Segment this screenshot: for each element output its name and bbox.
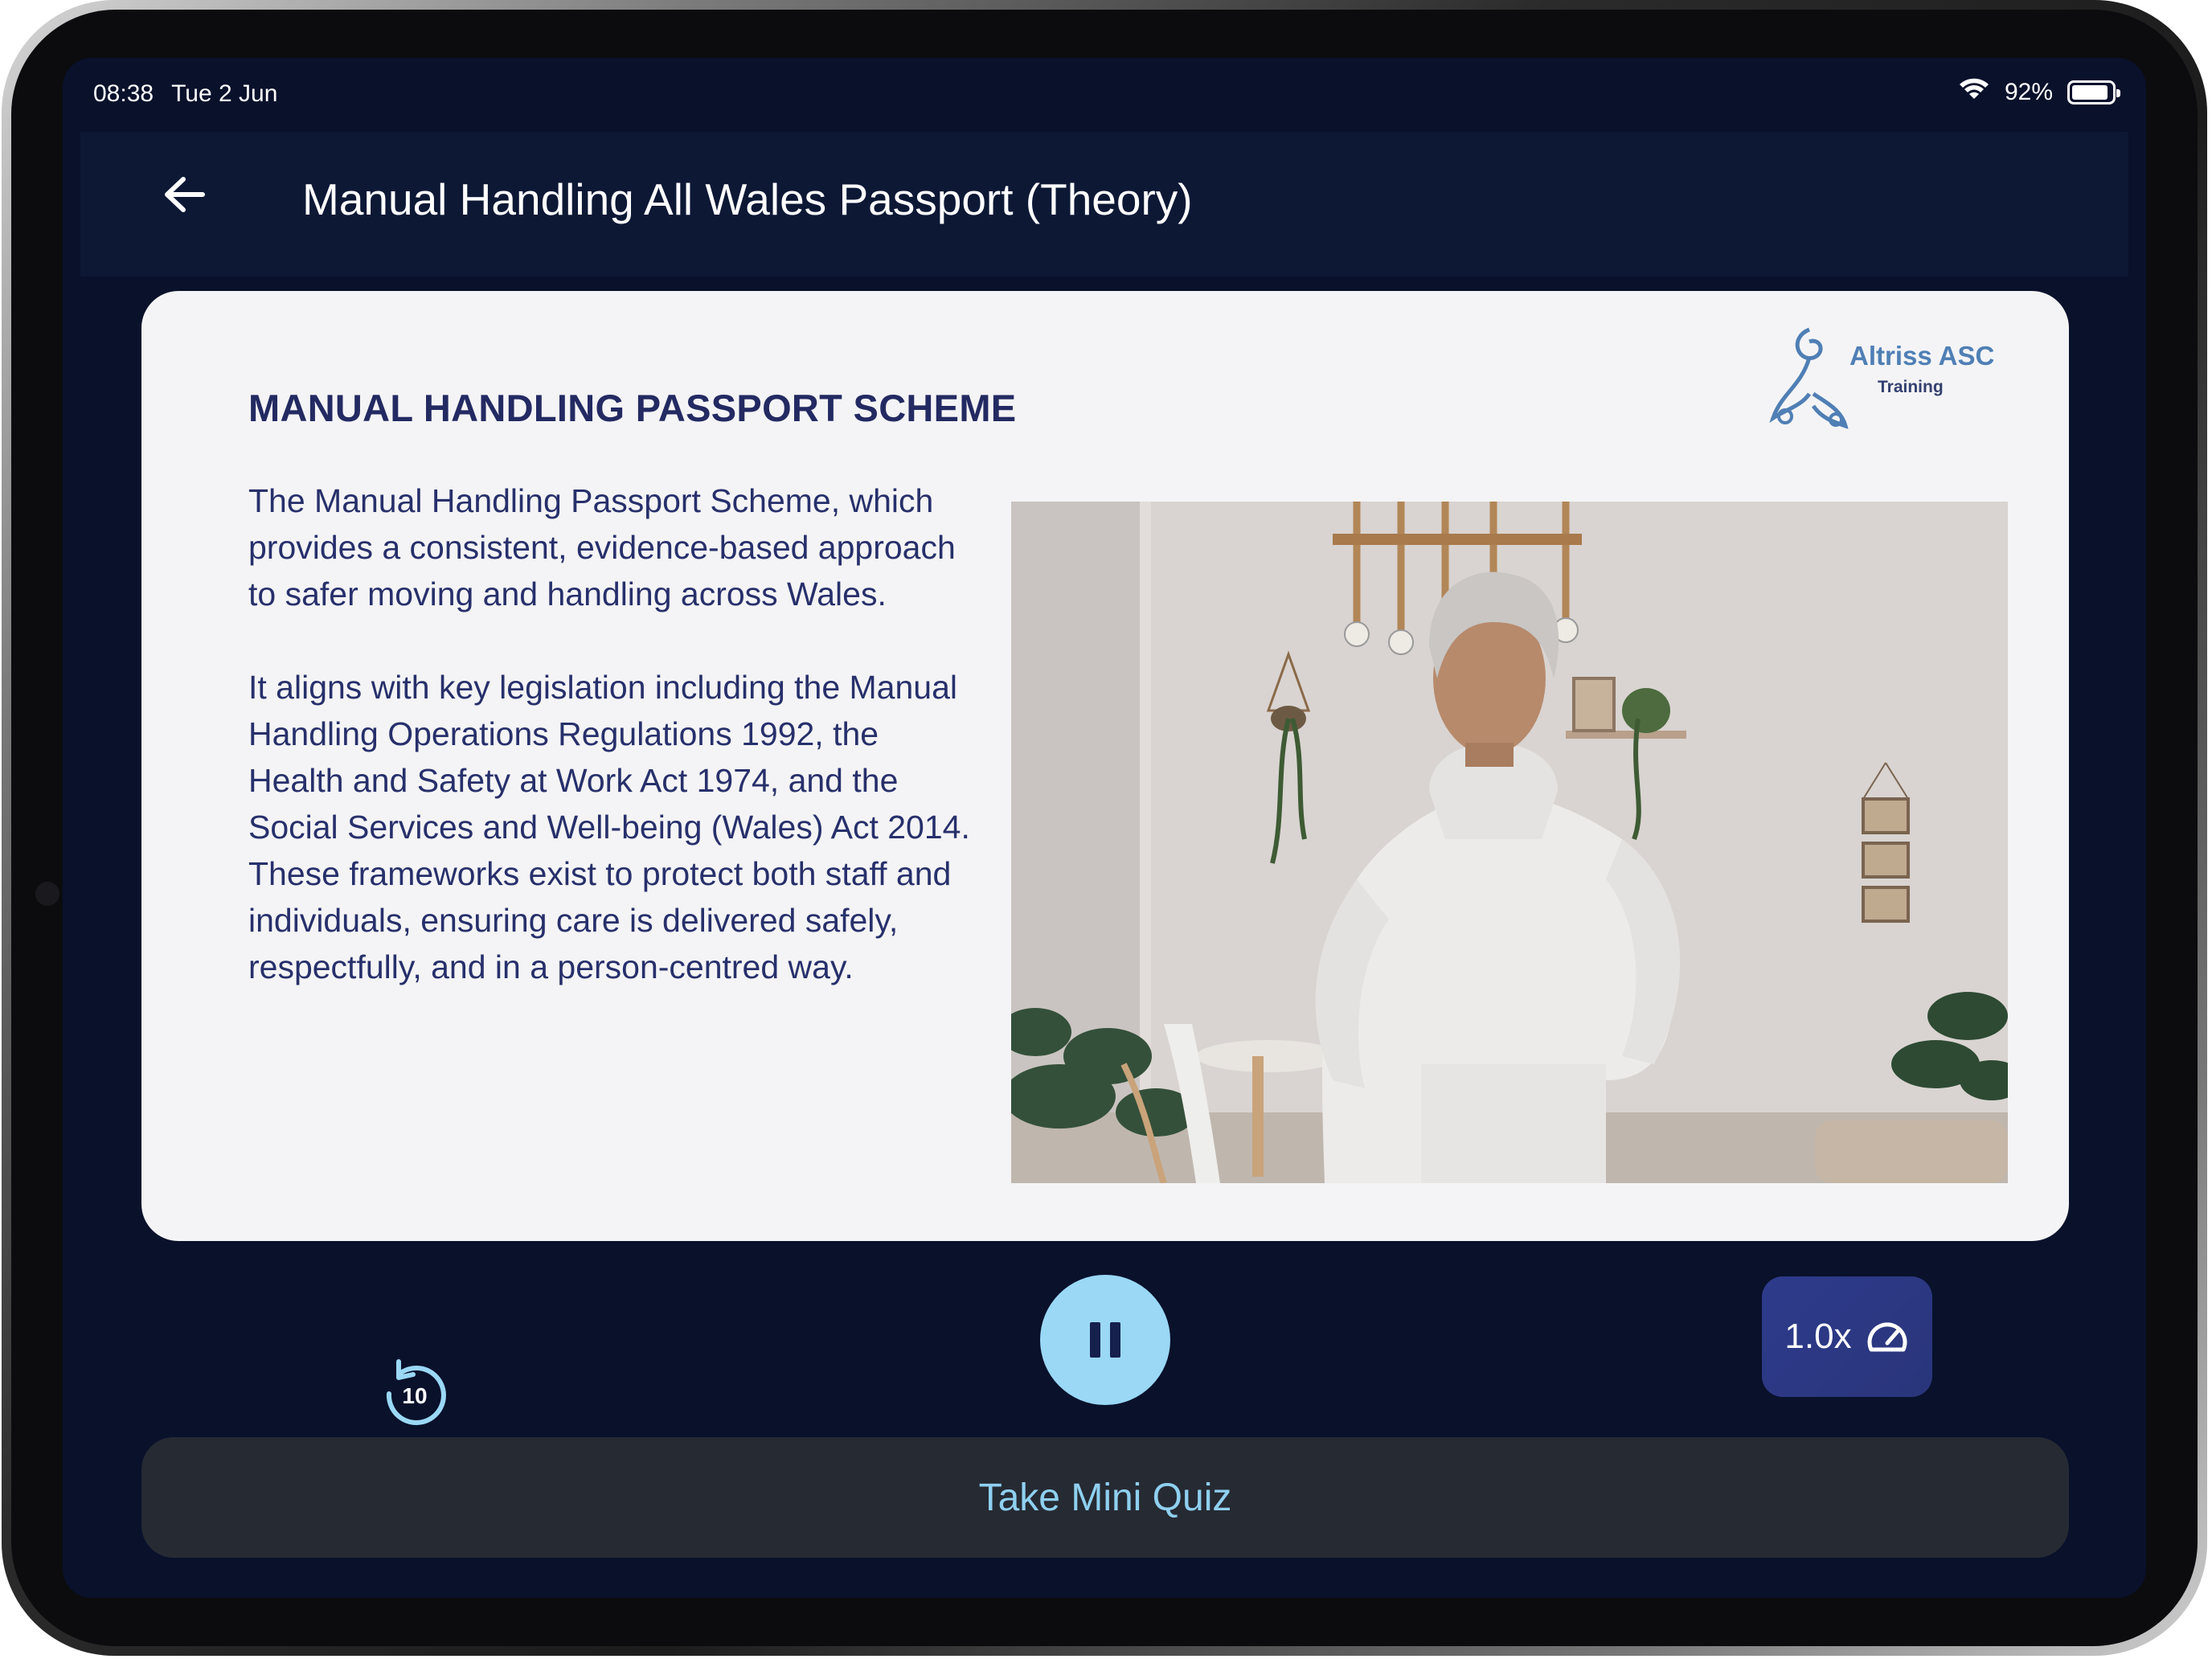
rewind-10-icon: 10 [386,1359,446,1425]
status-time: 08:38 [93,80,154,107]
status-left: 08:38 Tue 2 Jun [93,80,277,108]
battery-tip [2116,89,2120,97]
back-button[interactable] [153,164,217,228]
side-sensor [35,882,59,906]
wifi-icon [1958,77,1990,108]
slide-photo [1011,502,2008,1183]
battery-percent: 92% [2004,79,2053,105]
slide-paragraph-2: It aligns with key legislation including… [248,669,970,985]
rewind-10-button[interactable]: 10 [375,1354,455,1434]
arrow-left-icon [162,174,207,219]
pause-icon-bar-right [1110,1322,1120,1358]
take-mini-quiz-button[interactable]: Take Mini Quiz [141,1437,2069,1558]
logo-subtitle: Training [1878,378,1944,396]
app-header: Manual Handling All Wales Passport (Theo… [80,132,2128,276]
rewind-seconds-label: 10 [402,1383,427,1408]
slide-paragraph-1: The Manual Handling Passport Scheme, whi… [248,482,956,612]
speedometer-icon [1867,1322,1907,1352]
speed-label: 1.0x [1784,1317,1852,1356]
status-bar: 08:38 Tue 2 Jun 92% [63,58,2146,132]
pause-icon-bar-left [1090,1322,1100,1358]
pause-button[interactable] [1040,1275,1170,1405]
logo-swirl-icon [1769,327,1849,429]
slide-body: The Manual Handling Passport Scheme, whi… [248,477,972,1037]
status-date: Tue 2 Jun [171,80,278,107]
playback-speed-button[interactable]: 1.0x [1762,1276,1932,1397]
page-title: Manual Handling All Wales Passport (Theo… [302,174,1193,224]
status-right: 92% [1958,77,2120,108]
battery-fill [2072,85,2108,100]
app-screen: 08:38 Tue 2 Jun 92% Manual Handling All … [63,58,2146,1598]
altriss-logo: Altriss ASC Training [1765,322,2006,434]
logo-name: Altriss ASC [1849,341,1995,371]
slide-heading: MANUAL HANDLING PASSPORT SCHEME [248,387,1017,429]
lesson-slide: MANUAL HANDLING PASSPORT SCHEME The Manu… [141,291,2069,1241]
battery-icon [2067,80,2120,104]
quiz-button-label: Take Mini Quiz [978,1476,1232,1519]
